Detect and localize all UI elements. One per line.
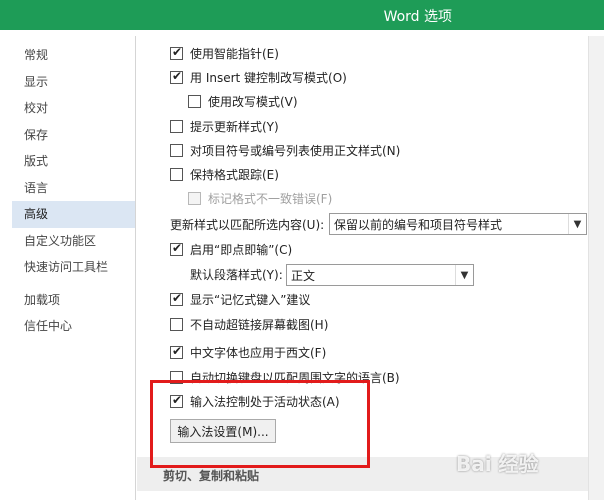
- option-insert-key[interactable]: 用 Insert 键控制改写模式(O): [170, 67, 347, 87]
- option-no-hyperlink-screenshot[interactable]: 不自动超链接屏幕截图(H): [170, 314, 328, 334]
- keep-format-label: 保持格式跟踪(E): [190, 167, 279, 182]
- click-and-type-label: 启用“即点即输”(C): [190, 242, 293, 257]
- option-prompt-update-style[interactable]: 提示更新样式(Y): [170, 116, 279, 136]
- sidebar-item-general[interactable]: 常规: [12, 42, 135, 69]
- smart-pointer-checkbox[interactable]: [170, 45, 183, 60]
- ime-settings-button[interactable]: 输入法设置(M)...: [170, 419, 276, 443]
- chinese-font-western-label: 中文字体也应用于西文(F): [190, 345, 327, 360]
- update-style-match-select[interactable]: 保留以前的编号和项目符号样式 ▼: [329, 213, 587, 235]
- title-bar: Word 选项: [0, 0, 604, 30]
- option-keep-format[interactable]: 保持格式跟踪(E): [170, 164, 279, 184]
- no-hyperlink-screenshot-label: 不自动超链接屏幕截图(H): [190, 317, 329, 332]
- default-para-select[interactable]: 正文 ▼: [286, 264, 474, 286]
- overtype-checkbox[interactable]: [188, 94, 201, 108]
- option-click-and-type[interactable]: 启用“即点即输”(C): [170, 239, 292, 259]
- option-smart-pointer[interactable]: 使用智能指针(E): [170, 43, 279, 63]
- sidebar-item-layout[interactable]: 版式: [12, 148, 135, 175]
- sidebar-item-display[interactable]: 显示: [12, 69, 135, 96]
- default-para-row: 默认段落样式(Y):: [190, 264, 283, 284]
- options-content: 使用智能指针(E) 用 Insert 键控制改写模式(O) 使用改写模式(V) …: [137, 36, 604, 500]
- autocomplete-label: 显示“记忆式键入”建议: [190, 292, 311, 307]
- prompt-update-style-label: 提示更新样式(Y): [190, 119, 279, 134]
- watermark-logo: Bai 经验: [456, 452, 539, 476]
- normal-style-lists-label: 对项目符号或编号列表使用正文样式(N): [190, 143, 401, 158]
- auto-switch-keyboard-checkbox[interactable]: [170, 370, 183, 384]
- mark-inconsistencies-label: 标记格式不一致错误(F): [208, 191, 333, 206]
- sidebar-item-customize-ribbon[interactable]: 自定义功能区: [12, 228, 135, 255]
- sidebar-item-trust-center[interactable]: 信任中心: [12, 313, 135, 340]
- smart-pointer-label: 使用智能指针(E): [190, 46, 279, 61]
- sidebar-item-language[interactable]: 语言: [12, 175, 135, 202]
- option-overtype[interactable]: 使用改写模式(V): [188, 91, 298, 111]
- options-sidebar: 常规 显示 校对 保存 版式 语言 高级 自定义功能区 快速访问工具栏 加载项 …: [12, 36, 136, 500]
- normal-style-lists-checkbox[interactable]: [170, 143, 183, 157]
- overtype-label: 使用改写模式(V): [208, 94, 298, 109]
- option-auto-switch-keyboard[interactable]: 自动切换键盘以匹配周围文字的语言(B): [170, 367, 400, 387]
- chevron-down-icon: ▼: [455, 265, 473, 285]
- insert-key-label: 用 Insert 键控制改写模式(O): [190, 70, 347, 85]
- option-mark-inconsistencies: 标记格式不一致错误(F): [188, 188, 332, 208]
- sidebar-item-quick-access-toolbar[interactable]: 快速访问工具栏: [12, 254, 135, 281]
- sidebar-item-save[interactable]: 保存: [12, 122, 135, 149]
- window-title: Word 选项: [383, 9, 452, 25]
- ime-control-checkbox[interactable]: [170, 393, 183, 408]
- update-style-match-row: 更新样式以匹配所选内容(U):: [170, 214, 324, 234]
- default-para-value: 正文: [291, 268, 316, 283]
- chevron-down-icon: ▼: [568, 214, 586, 234]
- update-style-match-value: 保留以前的编号和项目符号样式: [334, 217, 503, 232]
- ime-control-label: 输入法控制处于活动状态(A): [190, 394, 340, 409]
- sidebar-item-add-ins[interactable]: 加载项: [12, 287, 135, 314]
- sidebar-item-proofing[interactable]: 校对: [12, 95, 135, 122]
- sidebar-item-advanced[interactable]: 高级: [12, 201, 135, 228]
- update-style-match-label: 更新样式以匹配所选内容(U):: [170, 217, 325, 232]
- option-autocomplete[interactable]: 显示“记忆式键入”建议: [170, 289, 310, 309]
- scrollbar[interactable]: [588, 36, 604, 500]
- section-title: 剪切、复制和粘贴: [163, 469, 260, 483]
- auto-switch-keyboard-label: 自动切换键盘以匹配周围文字的语言(B): [190, 370, 400, 385]
- no-hyperlink-screenshot-checkbox[interactable]: [170, 317, 183, 331]
- click-and-type-checkbox[interactable]: [170, 241, 183, 256]
- autocomplete-checkbox[interactable]: [170, 291, 183, 306]
- chinese-font-western-checkbox[interactable]: [170, 344, 183, 359]
- option-chinese-font-western[interactable]: 中文字体也应用于西文(F): [170, 342, 326, 362]
- insert-key-checkbox[interactable]: [170, 69, 183, 84]
- prompt-update-style-checkbox[interactable]: [170, 119, 183, 133]
- option-normal-style-lists[interactable]: 对项目符号或编号列表使用正文样式(N): [170, 140, 400, 160]
- mark-inconsistencies-checkbox: [188, 191, 201, 205]
- option-ime-control[interactable]: 输入法控制处于活动状态(A): [170, 391, 340, 411]
- keep-format-checkbox[interactable]: [170, 167, 183, 181]
- default-para-label: 默认段落样式(Y):: [190, 267, 283, 282]
